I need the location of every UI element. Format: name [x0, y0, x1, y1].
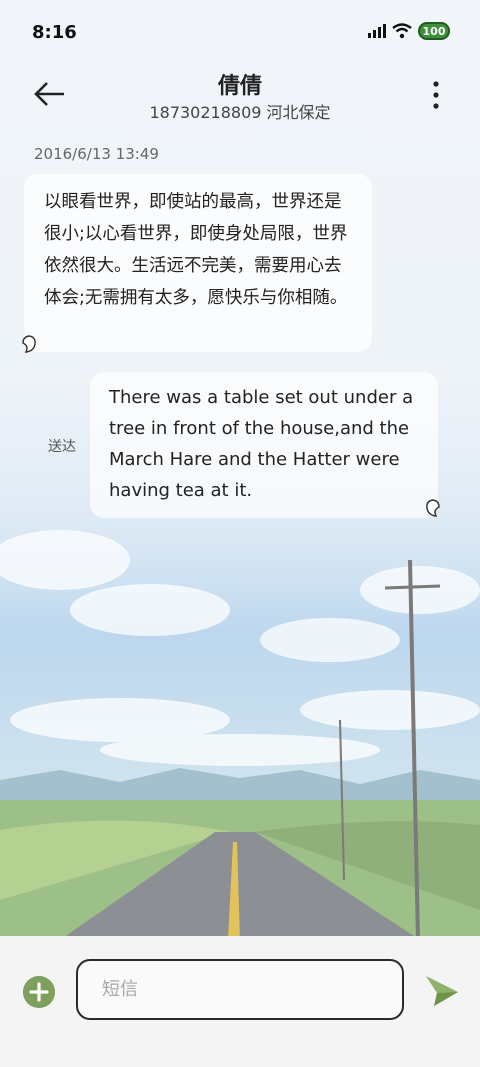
message-composer: [0, 936, 480, 1067]
contact-number-location: 18730218809 河北保定: [149, 103, 331, 122]
incoming-bubble-tail-icon: [22, 335, 36, 353]
status-icons: 100: [368, 22, 450, 40]
contact-name: 倩倩: [217, 74, 262, 99]
incoming-message-text: 以眼看世界，即使站的最高，世界还是很小;以心看世界，即使身处局限，世界依然很大。…: [44, 192, 348, 308]
signal-icon: [368, 24, 386, 38]
add-attachment-button[interactable]: [23, 976, 55, 1008]
conversation-header: 倩倩 18730218809 河北保定: [0, 66, 480, 126]
message-timestamp: 2016/6/13 13:49: [34, 145, 159, 163]
battery-icon: 100: [418, 22, 450, 40]
wifi-icon: [392, 23, 412, 39]
outgoing-message-bubble[interactable]: There was a table set out under a tree i…: [90, 372, 438, 518]
send-plane-icon: [426, 976, 458, 1006]
plus-circle-icon: [23, 976, 55, 1008]
more-options-button[interactable]: [428, 78, 444, 112]
incoming-message-bubble[interactable]: 以眼看世界，即使站的最高，世界还是很小;以心看世界，即使身处局限，世界依然很大。…: [24, 174, 372, 352]
send-button[interactable]: [424, 974, 460, 1008]
status-time: 8:16: [32, 22, 77, 43]
more-vertical-icon: [433, 81, 439, 109]
message-input-container[interactable]: [76, 959, 404, 1020]
delivery-status: 送达: [48, 439, 76, 455]
background-scenery: [0, 470, 480, 940]
outgoing-message-text: There was a table set out under a tree i…: [109, 387, 414, 501]
message-input[interactable]: [100, 978, 380, 1001]
status-bar: 8:16 100: [0, 0, 480, 66]
outgoing-bubble-tail-icon: [426, 499, 440, 517]
